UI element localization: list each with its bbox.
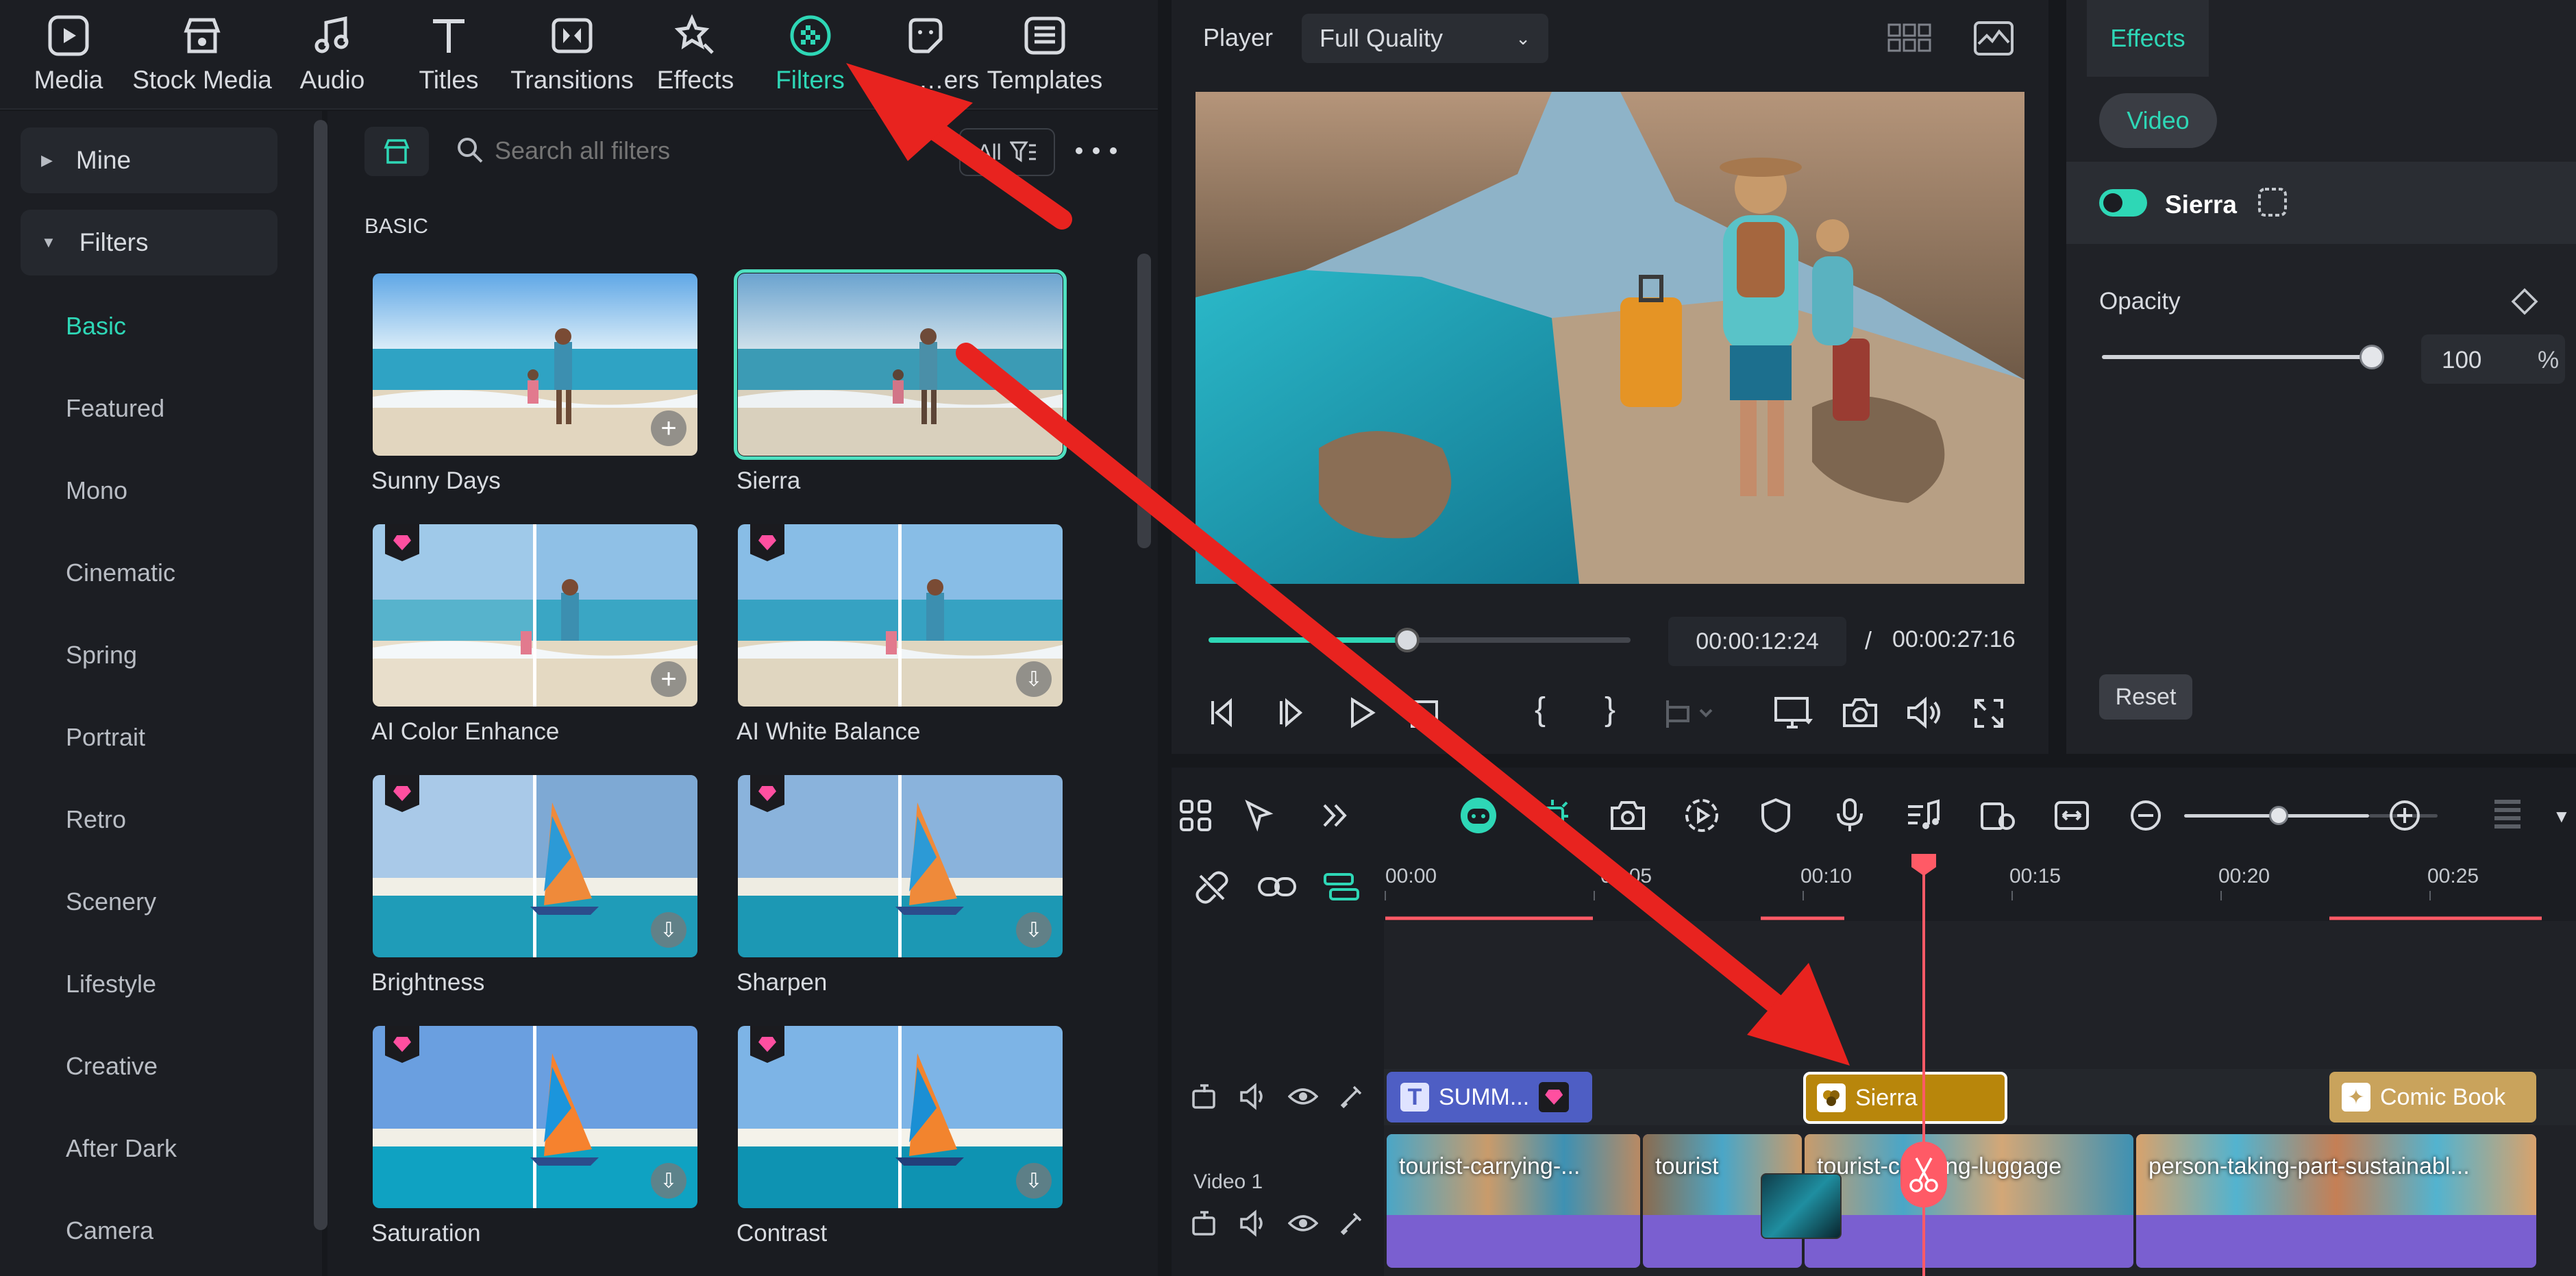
arrow-to-filters-tab [846, 63, 1072, 230]
annotation-arrows [846, 63, 1850, 1066]
arrow-to-sierra-clip [956, 343, 1850, 1066]
